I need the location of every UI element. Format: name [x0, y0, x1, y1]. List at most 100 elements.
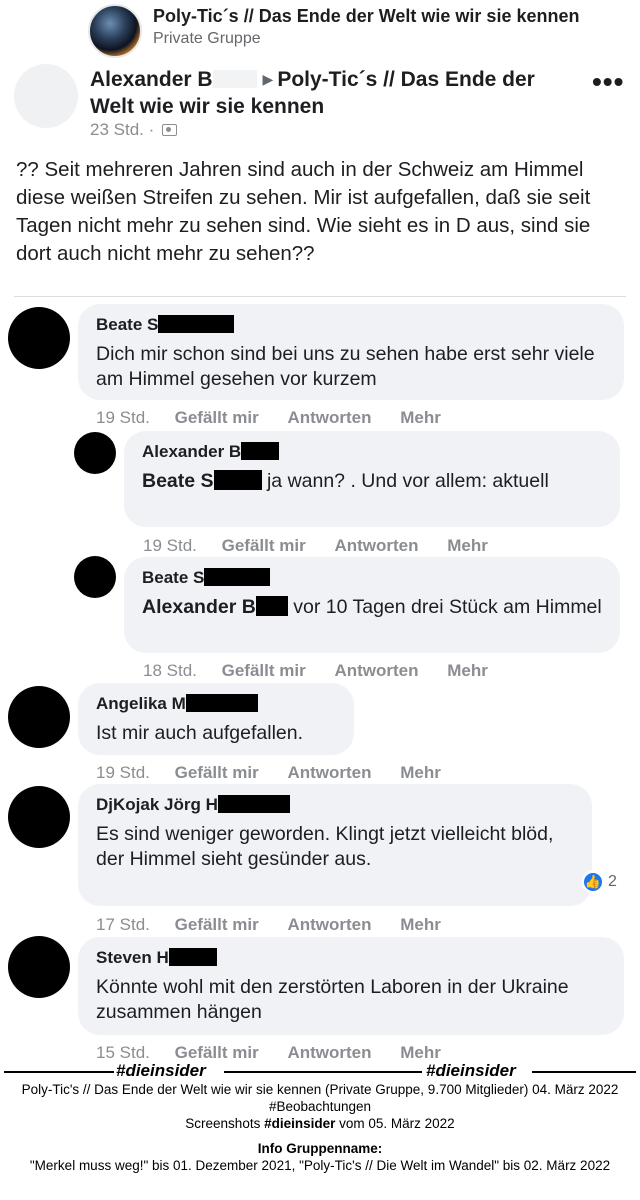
comment-time[interactable]: 19 Std.	[96, 408, 150, 428]
author-avatar[interactable]	[14, 64, 78, 128]
comment-bubble: Alexander B Beate S ja wann? . Und vor a…	[124, 431, 620, 527]
comment-actions: 18 Std. Gefällt mir Antworten Mehr	[143, 661, 512, 681]
reaction-count[interactable]: 👍 2	[582, 870, 623, 894]
post-time-text[interactable]: 23 Std. ·	[90, 120, 154, 139]
reply-button[interactable]: Antworten	[287, 408, 371, 428]
footer-info-text: "Merkel muss weg!" bis 01. Dezember 2021…	[29, 1158, 611, 1173]
like-button[interactable]: Gefällt mir	[175, 915, 259, 935]
more-button[interactable]: Mehr	[400, 408, 441, 428]
target-group-name-part2[interactable]: Welt wie wir sie kennen	[90, 95, 324, 118]
footer-rule	[532, 1071, 636, 1073]
post-author-name[interactable]: Alexander B	[90, 68, 213, 91]
group-title[interactable]: Poly-Tic´s // Das Ende der Welt wie wir …	[153, 6, 579, 27]
name-redaction	[204, 568, 271, 586]
like-button[interactable]: Gefällt mir	[175, 1043, 259, 1063]
more-options-icon[interactable]: •••	[592, 66, 624, 98]
reply-button[interactable]: Antworten	[334, 536, 418, 556]
arrow-right-icon: ▶	[262, 71, 274, 87]
name-redaction	[185, 694, 258, 712]
comment-author[interactable]: Beate S	[96, 314, 606, 336]
footer-text-suffix: vom 05. März 2022	[339, 1116, 455, 1131]
post-timestamp[interactable]: 23 Std. ·	[90, 120, 178, 140]
reaction-count-text[interactable]: 2	[608, 873, 617, 891]
more-button[interactable]: Mehr	[447, 661, 488, 681]
group-header[interactable]: Poly-Tic´s // Das Ende der Welt wie wir …	[0, 0, 640, 58]
comment-avatar[interactable]	[8, 307, 70, 369]
comment-avatar[interactable]	[8, 936, 70, 998]
comment-author-text[interactable]: Beate S	[142, 568, 204, 587]
more-button[interactable]: Mehr	[400, 915, 441, 935]
name-redaction	[212, 70, 257, 88]
comment-time[interactable]: 19 Std.	[143, 536, 197, 556]
comment-time[interactable]: 18 Std.	[143, 661, 197, 681]
more-button[interactable]: Mehr	[400, 1043, 441, 1063]
group-privacy-icon	[162, 124, 178, 136]
footer-info-title: Info Gruppenname:	[257, 1141, 383, 1156]
comment-time[interactable]: 15 Std.	[96, 1043, 150, 1063]
like-button[interactable]: Gefällt mir	[222, 661, 306, 681]
comment-author[interactable]: DjKojak Jörg H	[96, 794, 574, 816]
reply-button[interactable]: Antworten	[334, 661, 418, 681]
post-body: ?? Seit mehreren Jahren sind auch in der…	[16, 158, 591, 265]
name-redaction	[241, 442, 280, 460]
comment-actions: 19 Std. Gefällt mir Antworten Mehr	[96, 763, 465, 783]
comment-actions: 19 Std. Gefällt mir Antworten Mehr	[96, 408, 465, 428]
footer-line: Screenshots #dieinsider vom 05. März 202…	[0, 1115, 640, 1132]
like-button[interactable]: Gefällt mir	[222, 536, 306, 556]
footer-text-tag: #dieinsider	[264, 1116, 336, 1131]
like-button[interactable]: Gefällt mir	[175, 763, 259, 783]
comment-author-text[interactable]: Steven H	[96, 948, 169, 967]
comment-bubble: Beate S Dich mir schon sind bei uns zu s…	[78, 304, 624, 400]
comment-time[interactable]: 19 Std.	[96, 763, 150, 783]
name-redaction	[213, 470, 262, 490]
like-button[interactable]: Gefällt mir	[175, 408, 259, 428]
footer-hashtag: #dieinsider	[114, 1061, 208, 1081]
comment-author-text[interactable]: Angelika M	[96, 694, 186, 713]
comment-text: Alexander B vor 10 Tagen drei Stück am H…	[142, 595, 602, 620]
name-redaction	[168, 948, 217, 966]
name-redaction	[255, 596, 288, 616]
comment-avatar[interactable]	[8, 786, 70, 848]
comment-author-text[interactable]: Beate S	[96, 315, 158, 334]
footer-rule	[4, 1071, 114, 1073]
comment-text-body: vor 10 Tagen drei Stück am Himmel	[293, 596, 602, 618]
name-redaction	[158, 315, 235, 333]
more-button[interactable]: Mehr	[400, 763, 441, 783]
target-group-name-part1[interactable]: Poly-Tic´s // Das Ende der	[277, 68, 535, 91]
comment-text: Es sind weniger geworden. Klingt jetzt v…	[96, 823, 554, 870]
mention-text[interactable]: Beate S	[142, 470, 214, 492]
mention-text[interactable]: Alexander B	[142, 596, 256, 618]
comment-text: Dich mir schon sind bei uns zu sehen hab…	[96, 343, 595, 390]
comment-avatar[interactable]	[74, 432, 116, 474]
more-button[interactable]: Mehr	[447, 536, 488, 556]
comment-actions: 15 Std. Gefällt mir Antworten Mehr	[96, 1043, 465, 1063]
group-type: Private Gruppe	[153, 30, 261, 47]
comment-author[interactable]: Steven H	[96, 947, 606, 969]
post-author-line: Alexander B ▶ Poly-Tic´s // Das Ende der W…	[90, 66, 580, 120]
group-avatar[interactable]	[88, 4, 142, 58]
mention-link[interactable]: Beate S	[142, 470, 262, 492]
comment-actions: 19 Std. Gefällt mir Antworten Mehr	[143, 536, 512, 556]
reply-button[interactable]: Antworten	[287, 763, 371, 783]
footer-hashtag: #dieinsider	[424, 1061, 518, 1081]
thumbs-up-icon: 👍	[582, 871, 604, 893]
comment-avatar[interactable]	[74, 556, 116, 598]
divider	[14, 296, 626, 297]
footer-line: #Beobachtungen	[268, 1099, 372, 1114]
comment-time[interactable]: 17 Std.	[96, 915, 150, 935]
comment-bubble: Angelika M Ist mir auch aufgefallen.	[78, 683, 354, 755]
reply-button[interactable]: Antworten	[287, 1043, 371, 1063]
comment-author-text[interactable]: Alexander B	[142, 442, 241, 461]
comment-author[interactable]: Angelika M	[96, 693, 336, 715]
comment-author[interactable]: Alexander B	[142, 441, 602, 463]
mention-link[interactable]: Alexander B	[142, 596, 288, 618]
comment-author-text[interactable]: DjKojak Jörg H	[96, 795, 218, 814]
comment-text: Könnte wohl mit den zerstörten Laboren i…	[96, 976, 569, 1023]
footer-line: Poly-Tic's // Das Ende der Welt wie wir …	[21, 1082, 619, 1097]
footer-text-prefix: Screenshots	[185, 1116, 261, 1131]
reply-button[interactable]: Antworten	[287, 915, 371, 935]
comment-author[interactable]: Beate S	[142, 567, 602, 589]
comment-text-body: ja wann? . Und vor allem: aktuell	[266, 470, 549, 492]
comment-avatar[interactable]	[8, 686, 70, 748]
footer-rule	[224, 1071, 422, 1073]
